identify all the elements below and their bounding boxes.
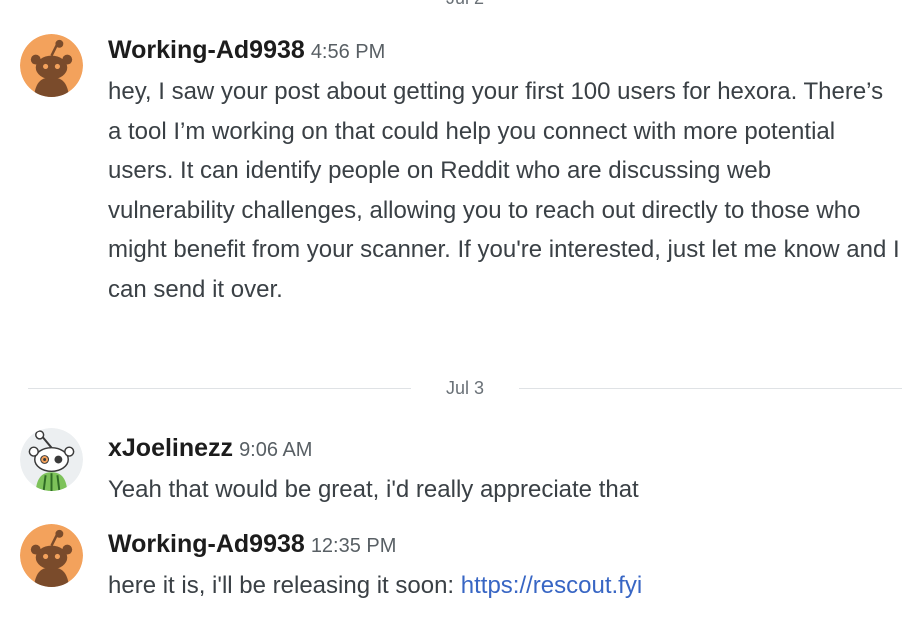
timestamp: 4:56 PM [310,41,386,63]
message-header: xJoelinezz 9:06 AM [108,432,902,464]
message-item: Working-Ad9938 12:35 PM here it is, i'll … [20,524,902,604]
message-item: Working-Ad9938 4:56 PM hey, I saw your po… [20,34,902,354]
message-text: here it is, i'll be releasing it soon: h… [108,566,902,606]
message-content: Working-Ad9938 12:35 PM here it is, i'll … [108,524,902,606]
message-item: xJoelinezz 9:06 AM Yeah that would be gre… [20,428,902,508]
divider-line [519,388,902,389]
username[interactable]: Working-Ad9938 [108,530,305,558]
message-text: Yeah that would be great, i'd really app… [108,476,639,503]
message-header: Working-Ad9938 12:35 PM [108,528,902,560]
date-divider-top: Jul 2 [28,0,902,8]
orange-snoo-avatar[interactable] [20,524,83,587]
date-divider: Jul 3 [28,378,902,398]
timestamp: 9:06 AM [239,439,313,461]
timestamp: 12:35 PM [310,535,397,557]
orange-snoo-avatar[interactable] [20,34,83,97]
message-content: Working-Ad9938 4:56 PM hey, I saw your po… [108,34,902,309]
message-text: hey, I saw your post about getting your … [108,78,900,303]
date-label: Jul 2 [415,0,515,8]
username[interactable]: Working-Ad9938 [108,36,305,64]
message-link[interactable]: https://rescout.fyi [461,572,642,599]
username[interactable]: xJoelinezz [108,434,233,462]
date-label: Jul 3 [415,378,515,398]
custom-snoo-avatar[interactable] [20,428,83,491]
message-header: Working-Ad9938 4:56 PM [108,34,902,66]
divider-line [28,388,411,389]
message-content: xJoelinezz 9:06 AM Yeah that would be gre… [108,428,902,510]
message-text-prefix: here it is, i'll be releasing it soon: [108,572,461,599]
